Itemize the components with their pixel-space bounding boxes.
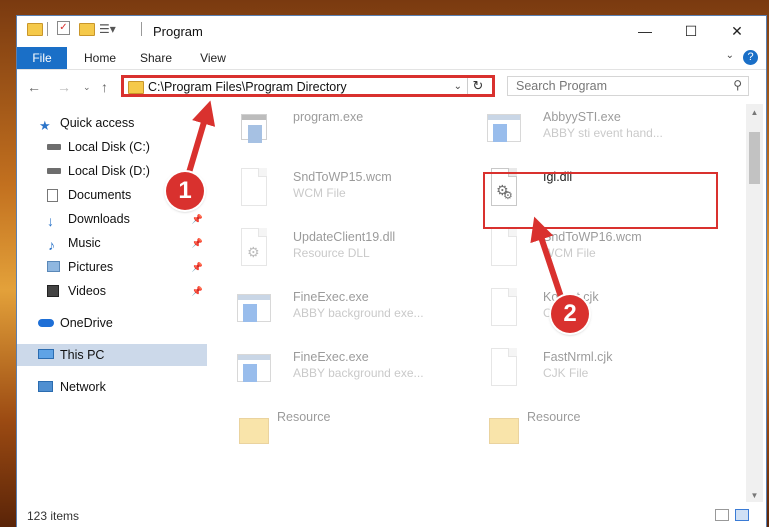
annotation-arrows: [185, 100, 565, 301]
arrow-to-igi-dll: [530, 216, 565, 301]
arrow-to-address-bar: [185, 100, 216, 177]
step-2-badge: 2: [551, 295, 589, 333]
step-1-badge: 1: [166, 172, 204, 210]
